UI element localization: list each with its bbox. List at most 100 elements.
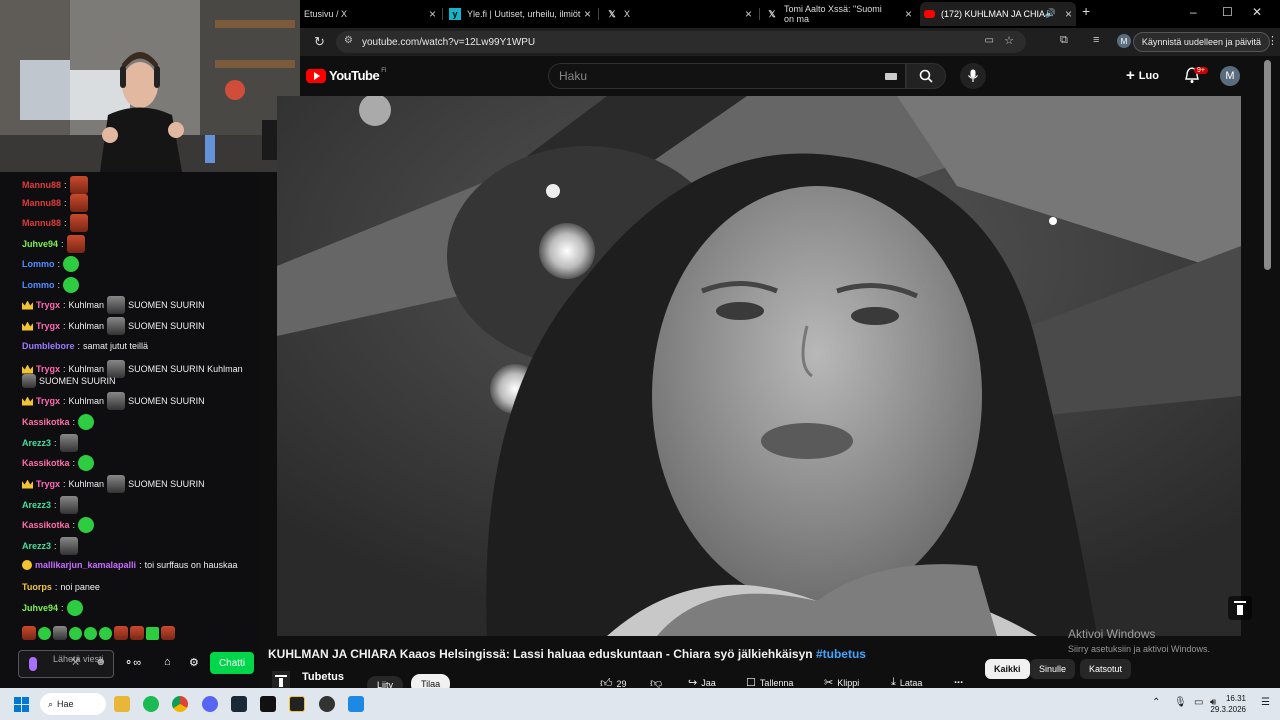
restart-update-button[interactable]: Käynnistä uudelleen ja päivitä [1132, 32, 1270, 52]
extensions-icon[interactable]: ⧉ [1060, 34, 1068, 47]
chat-username[interactable]: Trygx [36, 300, 60, 310]
windows-start-icon[interactable] [14, 697, 29, 712]
notepad-icon[interactable] [348, 696, 364, 712]
chat-username[interactable]: Juhve94 [22, 239, 58, 249]
tab-title: X [624, 9, 631, 19]
minimize-icon[interactable]: – [1190, 5, 1197, 19]
clip-label: Klippi [837, 677, 860, 688]
channel-points-icon[interactable]: ⚬∞ [124, 656, 141, 669]
miniplayer-icon[interactable] [1228, 596, 1252, 620]
discord-icon[interactable] [202, 696, 218, 712]
profile-avatar[interactable]: M [1117, 34, 1131, 48]
taskbar-clock[interactable]: 16.31 29.3.2026 [1210, 693, 1246, 715]
tab-title: Etusivu / X [304, 9, 348, 19]
filter-chip-for-you[interactable]: Sinulle [1030, 659, 1076, 679]
close-icon[interactable]: × [905, 7, 912, 21]
chat-username[interactable]: Dumblebore [22, 341, 75, 351]
close-icon[interactable]: × [429, 7, 436, 21]
chat-username[interactable]: Tuorps [22, 582, 52, 592]
tab-x[interactable]: 𝕏 X × [602, 2, 756, 26]
search-input[interactable]: Haku [548, 63, 906, 89]
chat-username[interactable]: Mannu88 [22, 198, 61, 208]
region-code: FI [381, 67, 387, 74]
more-actions-button[interactable]: ... [954, 674, 963, 686]
chat-username[interactable]: Kassikotka [22, 458, 70, 468]
speaker-icon[interactable]: 🔊 [1045, 8, 1056, 19]
page-scrollbar[interactable] [1264, 60, 1271, 270]
chat-username[interactable]: Arezz3 [22, 438, 51, 448]
file-explorer-icon[interactable] [114, 696, 130, 712]
notification-center-icon[interactable]: ☰ [1261, 697, 1270, 708]
taskbar-search[interactable]: ⌕ Hae [40, 693, 106, 715]
channel-name[interactable]: Tubetus [302, 671, 344, 683]
chat-username[interactable]: Mannu88 [22, 218, 61, 228]
obs-icon[interactable] [319, 696, 335, 712]
tab-yle[interactable]: y Yle.fi | Uutiset, urheilu, ilmiöt × [445, 2, 595, 26]
window-close-icon[interactable]: ✕ [1252, 5, 1262, 19]
chat-text: Kuhlman [68, 396, 105, 406]
emoji-icon[interactable]: ☻ [95, 657, 107, 668]
search-placeholder: Haku [559, 69, 588, 83]
tab-youtube-active[interactable]: (172) KUHLMAN JA CHIARA 🔊 × [920, 2, 1076, 26]
chat-username[interactable]: Trygx [36, 321, 60, 331]
chrome-icon[interactable] [172, 696, 188, 712]
create-button[interactable]: + Luo [1126, 67, 1159, 84]
account-avatar[interactable]: M [1220, 66, 1240, 86]
chat-message: Juhve94: [22, 235, 85, 253]
search-button[interactable] [906, 63, 946, 89]
chat-username[interactable]: Juhve94 [22, 603, 58, 613]
emote [146, 626, 159, 640]
close-icon[interactable]: × [1065, 7, 1072, 21]
emote [78, 517, 95, 533]
cast-icon[interactable]: ▭ [985, 35, 994, 46]
chat-username[interactable]: Trygx [36, 396, 60, 406]
x-app-icon[interactable] [260, 696, 276, 712]
network-icon[interactable]: ▭ [1194, 697, 1203, 708]
filter-chip-all[interactable]: Kaikki [985, 659, 1030, 679]
new-tab-button[interactable]: + [1082, 3, 1090, 19]
spotify-icon[interactable] [143, 696, 159, 712]
streamer-webcam [0, 0, 304, 172]
chat-send-button[interactable]: Chatti [210, 652, 254, 674]
chat-username[interactable]: Lommo [22, 259, 55, 269]
menu-dots-icon[interactable]: ⋮ [1267, 34, 1278, 47]
hashtag-link[interactable]: #tubetus [816, 647, 866, 661]
reload-icon[interactable]: ↻ [314, 34, 325, 50]
keyboard-icon[interactable] [885, 73, 897, 80]
microphone-icon[interactable] [29, 657, 37, 671]
chat-message-input[interactable]: Lähetä viesti ⚒ ☻ [18, 650, 114, 678]
settings-gear-icon[interactable]: ⚙ [189, 656, 199, 669]
voice-search-button[interactable] [960, 63, 986, 89]
watermark-title: Aktivoi Windows [1068, 627, 1156, 641]
media-controls-icon[interactable]: ≡ [1093, 34, 1099, 46]
close-icon[interactable]: × [584, 7, 591, 21]
close-icon[interactable]: × [745, 7, 752, 21]
rockstar-icon[interactable] [289, 696, 305, 712]
youtube-logo[interactable]: YouTube FI [306, 68, 387, 83]
store-icon[interactable]: ⌂ [164, 656, 171, 668]
tray-chevron-icon[interactable]: ⌃ [1152, 697, 1160, 708]
chat-text: SUOMEN SUURIN [128, 300, 205, 310]
chat-username[interactable]: Kassikotka [22, 417, 70, 427]
tab-tomi-aalto[interactable]: 𝕏 Tomi Aalto Xssä: "Suomi on ma × [762, 2, 916, 26]
chat-username[interactable]: Arezz3 [22, 500, 51, 510]
cheer-icon[interactable]: ⚒ [71, 658, 80, 668]
tab-x-home[interactable]: Etusivu / X × [300, 2, 440, 26]
steam-icon[interactable] [231, 696, 247, 712]
bookmark-star-icon[interactable]: ☆ [1004, 34, 1014, 47]
tab-title: Tomi Aalto Xssä: "Suomi on ma [784, 4, 882, 24]
chat-username[interactable]: Trygx [36, 479, 60, 489]
maximize-icon[interactable]: ☐ [1222, 5, 1233, 19]
chat-username[interactable]: mallikarjun_kamalapalli [35, 560, 136, 570]
video-player[interactable] [277, 96, 1241, 636]
site-settings-icon[interactable]: ⚙ [344, 35, 353, 46]
chat-username[interactable]: Lommo [22, 280, 55, 290]
chat-username[interactable]: Trygx [36, 364, 60, 374]
chat-username[interactable]: Mannu88 [22, 180, 61, 190]
url-field[interactable]: ⚙ youtube.com/watch?v=12Lw99Y1WPU ▭ ☆ [336, 31, 1026, 53]
channel-avatar[interactable] [272, 671, 290, 688]
filter-chip-watched[interactable]: Katsotut [1080, 659, 1132, 679]
chat-username[interactable]: Kassikotka [22, 520, 70, 530]
chat-username[interactable]: Arezz3 [22, 541, 51, 551]
tray-microphone-icon[interactable]: 🎙︎ [1174, 697, 1187, 708]
